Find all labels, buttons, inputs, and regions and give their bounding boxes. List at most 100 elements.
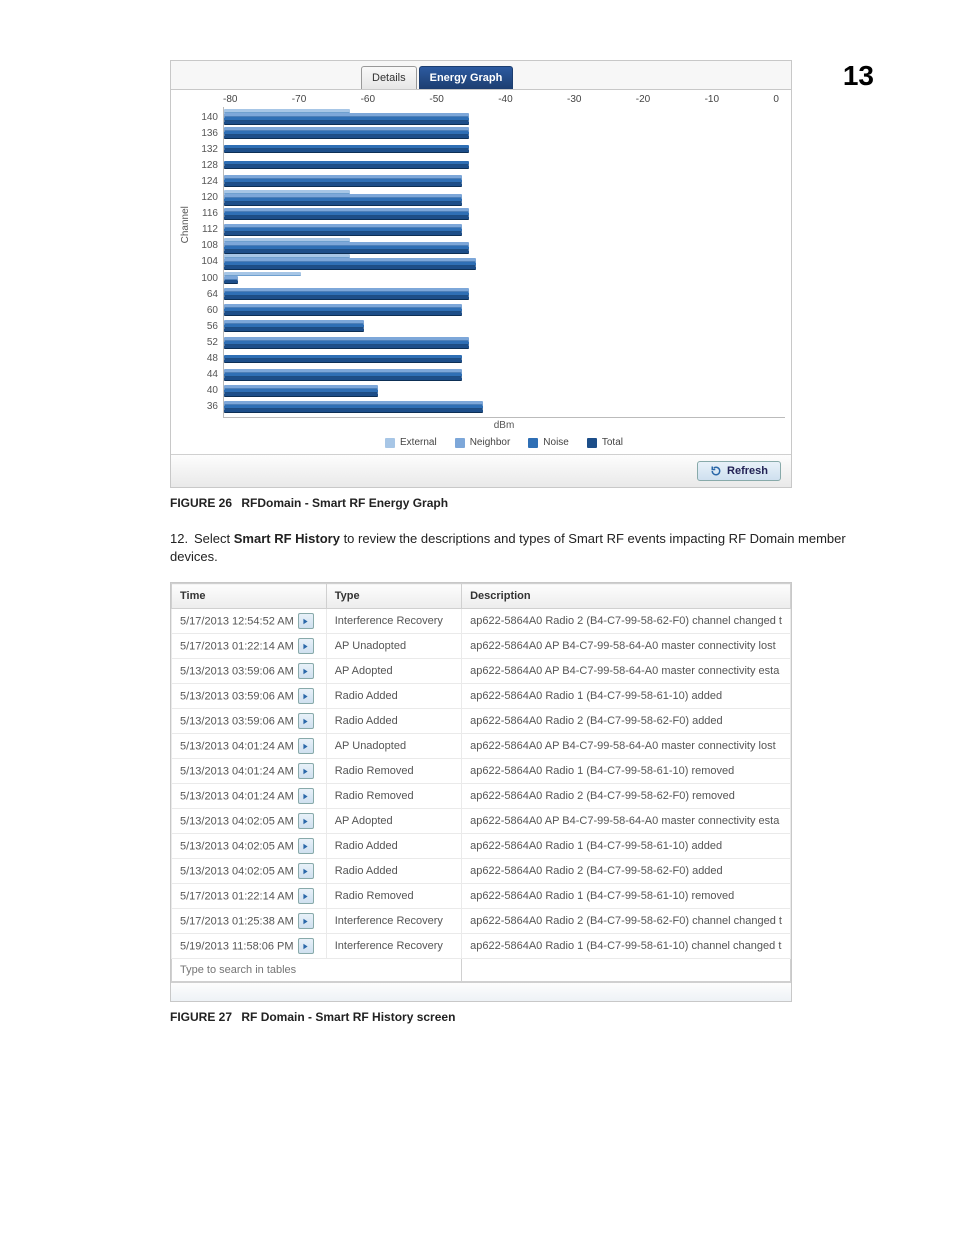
cell-time: 5/13/2013 04:01:24 AM bbox=[172, 759, 327, 784]
cell-type: AP Adopted bbox=[326, 659, 461, 684]
table-row[interactable]: 5/13/2013 04:02:05 AMRadio Addedap622-58… bbox=[172, 859, 791, 884]
x-axis-label: dBm bbox=[177, 420, 785, 431]
table-row[interactable]: 5/13/2013 03:59:06 AMAP Adoptedap622-586… bbox=[172, 659, 791, 684]
cell-time: 5/17/2013 12:54:52 AM bbox=[172, 609, 327, 634]
table-footer bbox=[171, 982, 791, 1001]
chart-bar bbox=[224, 328, 364, 332]
cell-time: 5/13/2013 04:01:24 AM bbox=[172, 734, 327, 759]
table-row[interactable]: 5/17/2013 01:22:14 AMRadio Removedap622-… bbox=[172, 884, 791, 909]
cell-type: Radio Removed bbox=[326, 759, 461, 784]
cell-time: 5/13/2013 03:59:06 AM bbox=[172, 684, 327, 709]
table-row[interactable]: 5/13/2013 04:02:05 AMRadio Addedap622-58… bbox=[172, 834, 791, 859]
tab-energy-graph[interactable]: Energy Graph bbox=[419, 66, 514, 89]
play-icon[interactable] bbox=[298, 613, 314, 629]
x-tick: -10 bbox=[705, 94, 719, 105]
play-icon[interactable] bbox=[298, 863, 314, 879]
chart-bar bbox=[224, 296, 469, 300]
play-icon[interactable] bbox=[298, 888, 314, 904]
cell-description: ap622-5864A0 Radio 2 (B4-C7-99-58-62-F0)… bbox=[462, 709, 791, 734]
table-row[interactable]: 5/13/2013 03:59:06 AMRadio Addedap622-58… bbox=[172, 684, 791, 709]
chart-bar bbox=[224, 345, 469, 349]
legend-external: External bbox=[385, 437, 437, 448]
play-icon[interactable] bbox=[298, 663, 314, 679]
chart-bar bbox=[224, 149, 469, 153]
cell-description: ap622-5864A0 Radio 1 (B4-C7-99-58-61-10)… bbox=[462, 884, 791, 909]
history-table-panel: Time Type Description 5/17/2013 12:54:52… bbox=[170, 582, 792, 1002]
tab-details[interactable]: Details bbox=[361, 66, 417, 89]
play-icon[interactable] bbox=[298, 838, 314, 854]
table-row[interactable]: 5/13/2013 04:01:24 AMRadio Removedap622-… bbox=[172, 784, 791, 809]
y-tick: 44 bbox=[192, 369, 218, 380]
table-row[interactable]: 5/19/2013 11:58:06 PMInterference Recove… bbox=[172, 934, 791, 959]
table-row[interactable]: 5/17/2013 01:22:14 AMAP Unadoptedap622-5… bbox=[172, 634, 791, 659]
chart-bar bbox=[224, 135, 469, 139]
chart-bar bbox=[224, 337, 469, 341]
cell-time: 5/13/2013 04:01:24 AM bbox=[172, 784, 327, 809]
y-tick: 132 bbox=[192, 144, 218, 155]
chart-row: 116 bbox=[224, 208, 785, 220]
table-row[interactable]: 5/13/2013 03:59:06 AMRadio Addedap622-58… bbox=[172, 709, 791, 734]
cell-time: 5/19/2013 11:58:06 PM bbox=[172, 934, 327, 959]
figure-26-caption: FIGURE 26 RFDomain - Smart RF Energy Gra… bbox=[170, 496, 874, 510]
cell-description: ap622-5864A0 Radio 1 (B4-C7-99-58-61-10)… bbox=[462, 934, 791, 959]
cell-description: ap622-5864A0 Radio 2 (B4-C7-99-58-62-F0)… bbox=[462, 609, 791, 634]
cell-type: AP Adopted bbox=[326, 809, 461, 834]
figure-26-label: FIGURE 26 bbox=[170, 496, 232, 510]
chart-row: 128 bbox=[224, 159, 785, 171]
table-row[interactable]: 5/17/2013 12:54:52 AMInterference Recove… bbox=[172, 609, 791, 634]
refresh-button[interactable]: Refresh bbox=[697, 461, 781, 481]
play-icon[interactable] bbox=[298, 713, 314, 729]
cell-time: 5/13/2013 03:59:06 AM bbox=[172, 709, 327, 734]
chart-bar bbox=[224, 393, 378, 397]
cell-time: 5/13/2013 04:02:05 AM bbox=[172, 809, 327, 834]
chart-area: -80-70-60-50-40-30-20-100 Channel 140136… bbox=[171, 90, 791, 454]
col-type[interactable]: Type bbox=[326, 584, 461, 609]
x-tick: -60 bbox=[361, 94, 375, 105]
energy-graph-panel: Details Energy Graph -80-70-60-50-40-30-… bbox=[170, 60, 792, 488]
y-tick: 112 bbox=[192, 224, 218, 235]
legend-neighbor: Neighbor bbox=[455, 437, 511, 448]
y-tick: 100 bbox=[192, 273, 218, 284]
y-tick: 40 bbox=[192, 385, 218, 396]
table-row[interactable]: 5/13/2013 04:01:24 AMRadio Removedap622-… bbox=[172, 759, 791, 784]
table-row[interactable]: 5/13/2013 04:01:24 AMAP Unadoptedap622-5… bbox=[172, 734, 791, 759]
cell-description: ap622-5864A0 Radio 2 (B4-C7-99-58-62-F0)… bbox=[462, 859, 791, 884]
x-tick: -40 bbox=[498, 94, 512, 105]
figure-27-label: FIGURE 27 bbox=[170, 1010, 232, 1024]
chart-bar bbox=[224, 266, 476, 270]
cell-time: 5/13/2013 04:02:05 AM bbox=[172, 859, 327, 884]
cell-type: Radio Removed bbox=[326, 884, 461, 909]
play-icon[interactable] bbox=[298, 938, 314, 954]
play-icon[interactable] bbox=[298, 913, 314, 929]
play-icon[interactable] bbox=[298, 763, 314, 779]
history-table: Time Type Description 5/17/2013 12:54:52… bbox=[171, 583, 791, 982]
step-12-text: 12.Select Smart RF History to review the… bbox=[80, 530, 874, 566]
cell-type: Radio Added bbox=[326, 709, 461, 734]
chart-row: 132 bbox=[224, 143, 785, 155]
chart-bar bbox=[224, 409, 483, 413]
play-icon[interactable] bbox=[298, 788, 314, 804]
chart-bar bbox=[224, 312, 462, 316]
play-icon[interactable] bbox=[298, 688, 314, 704]
cell-description: ap622-5864A0 Radio 1 (B4-C7-99-58-61-10)… bbox=[462, 759, 791, 784]
y-axis-label: Channel bbox=[180, 206, 191, 243]
cell-description: ap622-5864A0 Radio 2 (B4-C7-99-58-62-F0)… bbox=[462, 784, 791, 809]
refresh-icon bbox=[710, 465, 722, 477]
chart-bar bbox=[224, 232, 462, 236]
cell-description: ap622-5864A0 AP B4-C7-99-58-64-A0 master… bbox=[462, 734, 791, 759]
cell-type: Radio Added bbox=[326, 834, 461, 859]
chart-row: 112 bbox=[224, 224, 785, 236]
col-description[interactable]: Description bbox=[462, 584, 791, 609]
col-time[interactable]: Time bbox=[172, 584, 327, 609]
chart-bar bbox=[224, 165, 469, 169]
table-row[interactable]: 5/17/2013 01:25:38 AMInterference Recove… bbox=[172, 909, 791, 934]
play-icon[interactable] bbox=[298, 638, 314, 654]
cell-description: ap622-5864A0 AP B4-C7-99-58-64-A0 master… bbox=[462, 809, 791, 834]
cell-description: ap622-5864A0 Radio 2 (B4-C7-99-58-62-F0)… bbox=[462, 909, 791, 934]
table-row[interactable]: 5/13/2013 04:02:05 AMAP Adoptedap622-586… bbox=[172, 809, 791, 834]
play-icon[interactable] bbox=[298, 738, 314, 754]
table-search-input[interactable] bbox=[172, 959, 461, 981]
y-tick: 60 bbox=[192, 305, 218, 316]
tab-bar: Details Energy Graph bbox=[171, 61, 791, 90]
play-icon[interactable] bbox=[298, 813, 314, 829]
